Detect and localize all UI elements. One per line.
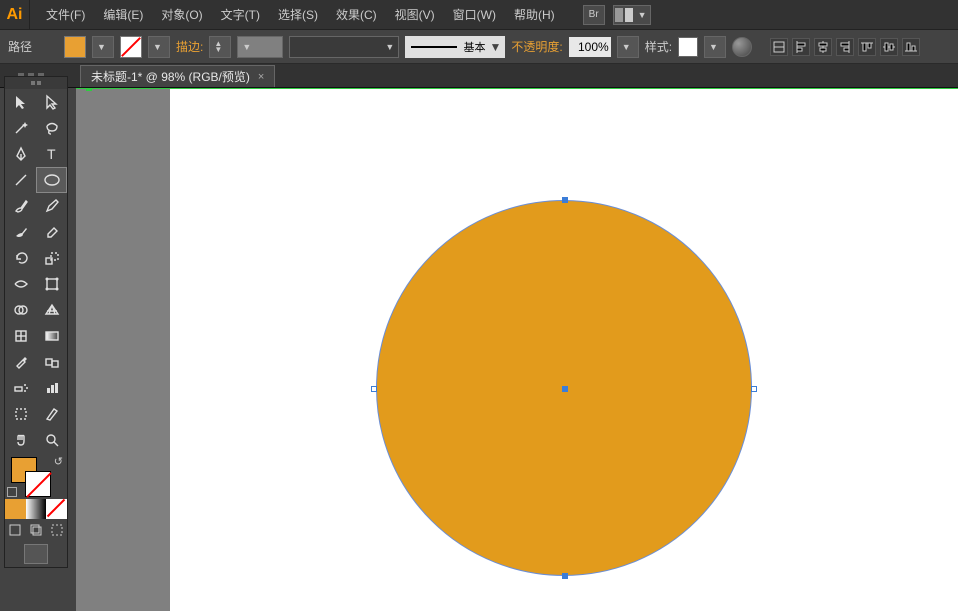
symbol-sprayer-tool[interactable]	[5, 375, 36, 401]
svg-text:T: T	[47, 146, 56, 162]
stroke-weight-input[interactable]: ▼	[237, 36, 283, 58]
document-tab[interactable]: 未标题-1* @ 98% (RGB/预览) ×	[80, 65, 275, 87]
free-transform-tool[interactable]	[36, 271, 67, 297]
line-tool[interactable]	[5, 167, 36, 193]
app-logo: Ai	[0, 0, 30, 30]
align-button-group	[770, 38, 920, 56]
align-right-icon[interactable]	[836, 38, 854, 56]
draw-mode-row	[5, 519, 67, 541]
center-point[interactable]	[562, 386, 568, 392]
document-tab-title: 未标题-1* @ 98% (RGB/预览)	[91, 68, 250, 85]
draw-behind-icon[interactable]	[26, 519, 47, 541]
lasso-tool[interactable]	[36, 115, 67, 141]
gradient-tool[interactable]	[36, 323, 67, 349]
pasteboard	[76, 88, 170, 611]
blob-brush-tool[interactable]	[5, 219, 36, 245]
opacity-dropdown[interactable]: ▼	[617, 36, 639, 58]
stroke-profile-dropdown[interactable]: ▼	[289, 36, 399, 58]
align-top-icon[interactable]	[858, 38, 876, 56]
anchor-bottom[interactable]	[562, 573, 568, 579]
scale-tool[interactable]	[36, 245, 67, 271]
stroke-color-dropdown[interactable]: ▼	[148, 36, 170, 58]
paintbrush-tool[interactable]	[5, 193, 36, 219]
ellipse-tool[interactable]	[36, 167, 67, 193]
tools-panel: T ↺	[4, 76, 68, 568]
menu-help[interactable]: 帮助(H)	[506, 2, 563, 27]
selection-tool[interactable]	[5, 89, 36, 115]
hand-tool[interactable]	[5, 427, 36, 453]
anchor-left[interactable]	[371, 386, 377, 392]
eraser-tool[interactable]	[36, 219, 67, 245]
graphic-style-swatch[interactable]	[678, 37, 698, 57]
fill-color-swatch[interactable]	[64, 36, 86, 58]
color-mode-gradient[interactable]	[26, 499, 47, 519]
menu-select[interactable]: 选择(S)	[270, 2, 326, 27]
color-mode-row	[5, 499, 67, 519]
opacity-input[interactable]: 100%	[569, 37, 611, 57]
menu-file[interactable]: 文件(F)	[38, 2, 93, 27]
stroke-preview-swatch[interactable]	[25, 471, 51, 497]
screen-mode-button[interactable]	[5, 541, 67, 567]
document-tab-bar: 未标题-1* @ 98% (RGB/预览) ×	[0, 64, 958, 88]
stroke-label: 描边:	[176, 38, 203, 55]
workspace-layout-button[interactable]: ▼	[613, 5, 651, 25]
fill-color-dropdown[interactable]: ▼	[92, 36, 114, 58]
default-fill-stroke-icon[interactable]	[7, 487, 17, 497]
menu-effect[interactable]: 效果(C)	[328, 2, 385, 27]
selection-type-label: 路径	[8, 38, 58, 55]
ellipse-shape[interactable]	[376, 200, 752, 576]
fill-stroke-preview[interactable]: ↺	[5, 453, 67, 499]
stroke-color-swatch[interactable]	[120, 36, 142, 58]
anchor-top[interactable]	[562, 197, 568, 203]
menu-window[interactable]: 窗口(W)	[445, 2, 504, 27]
stroke-weight-stepper[interactable]: ▲▼	[209, 36, 231, 58]
anchor-right[interactable]	[751, 386, 757, 392]
align-left-icon[interactable]	[792, 38, 810, 56]
draw-inside-icon[interactable]	[46, 519, 67, 541]
tools-panel-grip[interactable]	[5, 77, 67, 89]
brush-label: 基本	[463, 39, 485, 55]
align-panel-icon[interactable]	[770, 38, 788, 56]
opacity-label: 不透明度:	[511, 38, 562, 55]
canvas-area[interactable]	[76, 88, 958, 611]
color-mode-solid[interactable]	[5, 499, 26, 519]
style-label: 样式:	[645, 38, 672, 55]
width-tool[interactable]	[5, 271, 36, 297]
magic-wand-tool[interactable]	[5, 115, 36, 141]
brush-definition-dropdown[interactable]: 基本 ▼	[405, 36, 505, 58]
type-tool[interactable]: T	[36, 141, 67, 167]
menu-view[interactable]: 视图(V)	[387, 2, 443, 27]
menu-edit[interactable]: 编辑(E)	[95, 2, 151, 27]
align-bottom-icon[interactable]	[902, 38, 920, 56]
color-mode-none[interactable]	[46, 499, 67, 519]
menu-items: 文件(F) 编辑(E) 对象(O) 文字(T) 选择(S) 效果(C) 视图(V…	[30, 2, 563, 27]
eyedropper-tool[interactable]	[5, 349, 36, 375]
perspective-grid-tool[interactable]	[36, 297, 67, 323]
graphic-style-dropdown[interactable]: ▼	[704, 36, 726, 58]
recolor-artwork-button[interactable]	[732, 37, 752, 57]
close-tab-button[interactable]: ×	[258, 71, 264, 83]
blend-tool[interactable]	[36, 349, 67, 375]
shape-builder-tool[interactable]	[5, 297, 36, 323]
align-center-h-icon[interactable]	[814, 38, 832, 56]
align-middle-v-icon[interactable]	[880, 38, 898, 56]
menu-bar: Ai 文件(F) 编辑(E) 对象(O) 文字(T) 选择(S) 效果(C) 视…	[0, 0, 958, 30]
draw-normal-icon[interactable]	[5, 519, 26, 541]
swap-fill-stroke-icon[interactable]: ↺	[54, 455, 63, 468]
artboard-tool[interactable]	[5, 401, 36, 427]
mesh-tool[interactable]	[5, 323, 36, 349]
menu-object[interactable]: 对象(O)	[153, 2, 210, 27]
control-bar: 路径 ▼ ▼ 描边: ▲▼ ▼ ▼ 基本 ▼ 不透明度: 100% ▼ 样式: …	[0, 30, 958, 64]
pencil-tool[interactable]	[36, 193, 67, 219]
pen-tool[interactable]	[5, 141, 36, 167]
column-graph-tool[interactable]	[36, 375, 67, 401]
slice-tool[interactable]	[36, 401, 67, 427]
menubar-extras: Br ▼	[563, 5, 651, 25]
direct-selection-tool[interactable]	[36, 89, 67, 115]
zoom-tool[interactable]	[36, 427, 67, 453]
bridge-button[interactable]: Br	[583, 5, 605, 25]
menu-type[interactable]: 文字(T)	[213, 2, 268, 27]
rotate-tool[interactable]	[5, 245, 36, 271]
